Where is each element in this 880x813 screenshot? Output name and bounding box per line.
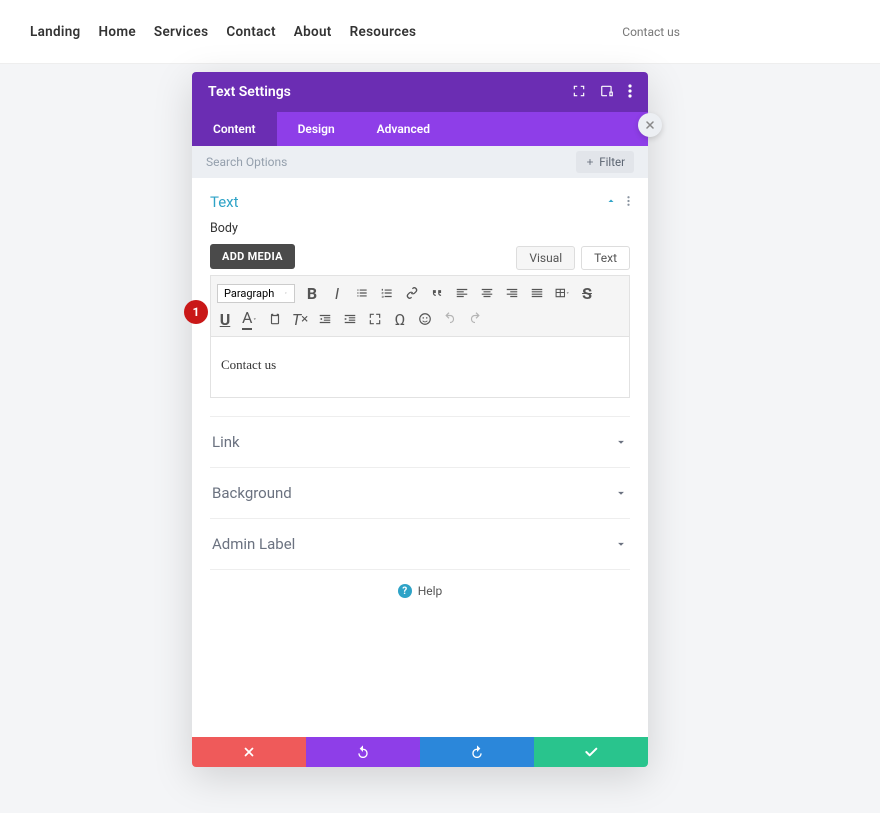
link-icon[interactable]: [404, 285, 420, 301]
undo-icon[interactable]: [442, 311, 458, 327]
paragraph-dropdown-label: Paragraph: [224, 287, 274, 300]
link-section-title: Link: [212, 433, 240, 451]
indent-icon[interactable]: [342, 311, 358, 327]
undo-button[interactable]: [306, 737, 420, 767]
chevron-down-icon: [614, 486, 628, 500]
collapsed-sections: Link Background Admin Label: [210, 416, 630, 570]
add-media-button[interactable]: ADD MEDIA: [210, 244, 295, 269]
align-justify-icon[interactable]: [529, 285, 545, 301]
nav-contact[interactable]: Contact: [226, 24, 275, 40]
link-section[interactable]: Link: [210, 416, 630, 467]
fullscreen-icon[interactable]: [367, 311, 383, 327]
responsive-icon[interactable]: [600, 83, 614, 102]
top-navigation: Landing Home Services Contact About Reso…: [0, 0, 880, 64]
section-kebab-icon[interactable]: [627, 192, 630, 211]
filter-button[interactable]: Filter: [576, 151, 634, 173]
help-row[interactable]: ? Help: [210, 570, 630, 612]
italic-icon[interactable]: I: [329, 285, 345, 301]
contact-us-link[interactable]: Contact us: [622, 25, 680, 39]
nav-about[interactable]: About: [294, 24, 332, 40]
panel-title: Text Settings: [208, 84, 572, 100]
redo-icon[interactable]: [467, 311, 483, 327]
numbered-list-icon[interactable]: [379, 285, 395, 301]
help-label: Help: [418, 584, 443, 598]
panel-body: Text Body ADD MEDIA Visual Text Paragrap…: [192, 178, 648, 737]
background-section[interactable]: Background: [210, 467, 630, 518]
expand-icon[interactable]: [572, 83, 586, 102]
panel-header: Text Settings: [192, 72, 648, 112]
text-tab[interactable]: Text: [581, 246, 630, 270]
nav-resources[interactable]: Resources: [350, 24, 417, 40]
bullet-list-icon[interactable]: [354, 285, 370, 301]
blockquote-icon[interactable]: [429, 285, 445, 301]
table-icon[interactable]: [554, 285, 570, 301]
tab-content[interactable]: Content: [192, 112, 277, 146]
tab-advanced[interactable]: Advanced: [356, 112, 451, 146]
paragraph-dropdown[interactable]: Paragraph: [217, 284, 295, 303]
clear-format-icon[interactable]: T×: [292, 311, 308, 327]
align-right-icon[interactable]: [504, 285, 520, 301]
kebab-menu-icon[interactable]: [628, 83, 632, 102]
chevron-down-icon: [614, 435, 628, 449]
text-settings-panel: Text Settings Content Design Advanced Se…: [192, 72, 648, 767]
nav-landing[interactable]: Landing: [30, 24, 81, 40]
outdent-icon[interactable]: [317, 311, 333, 327]
tab-design[interactable]: Design: [277, 112, 356, 146]
editor-toolbar: Paragraph B I S U A T×: [210, 275, 630, 337]
strikethrough-icon[interactable]: S: [579, 285, 595, 301]
emoji-icon[interactable]: [417, 311, 433, 327]
cancel-button[interactable]: [192, 737, 306, 767]
body-label: Body: [210, 221, 630, 236]
paste-icon[interactable]: [267, 311, 283, 327]
redo-button[interactable]: [420, 737, 534, 767]
admin-label-section-title: Admin Label: [212, 535, 295, 553]
nav-services[interactable]: Services: [154, 24, 208, 40]
panel-tabs: Content Design Advanced: [192, 112, 648, 146]
save-button[interactable]: [534, 737, 648, 767]
text-color-icon[interactable]: A: [242, 311, 258, 327]
search-options-input[interactable]: Search Options: [206, 155, 576, 169]
text-section-title: Text: [210, 193, 605, 211]
step-badge-1: 1: [184, 300, 208, 324]
panel-header-actions: [572, 83, 632, 102]
text-section-header: Text: [210, 192, 630, 211]
help-icon: ?: [398, 584, 412, 598]
chevron-down-icon: [614, 537, 628, 551]
panel-footer: [192, 737, 648, 767]
bold-icon[interactable]: B: [304, 285, 320, 301]
editor-content[interactable]: Contact us: [210, 337, 630, 398]
visual-tab[interactable]: Visual: [516, 246, 575, 270]
underline-icon[interactable]: U: [217, 311, 233, 327]
align-left-icon[interactable]: [454, 285, 470, 301]
special-char-icon[interactable]: Ω: [392, 311, 408, 327]
align-center-icon[interactable]: [479, 285, 495, 301]
collapse-icon[interactable]: [605, 192, 617, 211]
search-filter-row: Search Options Filter: [192, 146, 648, 178]
filter-label: Filter: [599, 155, 625, 169]
background-section-title: Background: [212, 484, 292, 502]
nav-home[interactable]: Home: [99, 24, 136, 40]
admin-label-section[interactable]: Admin Label: [210, 518, 630, 570]
nav-menu: Landing Home Services Contact About Reso…: [30, 24, 416, 40]
close-panel-button[interactable]: [638, 113, 662, 137]
editor-top-row: ADD MEDIA Visual Text: [210, 244, 630, 269]
